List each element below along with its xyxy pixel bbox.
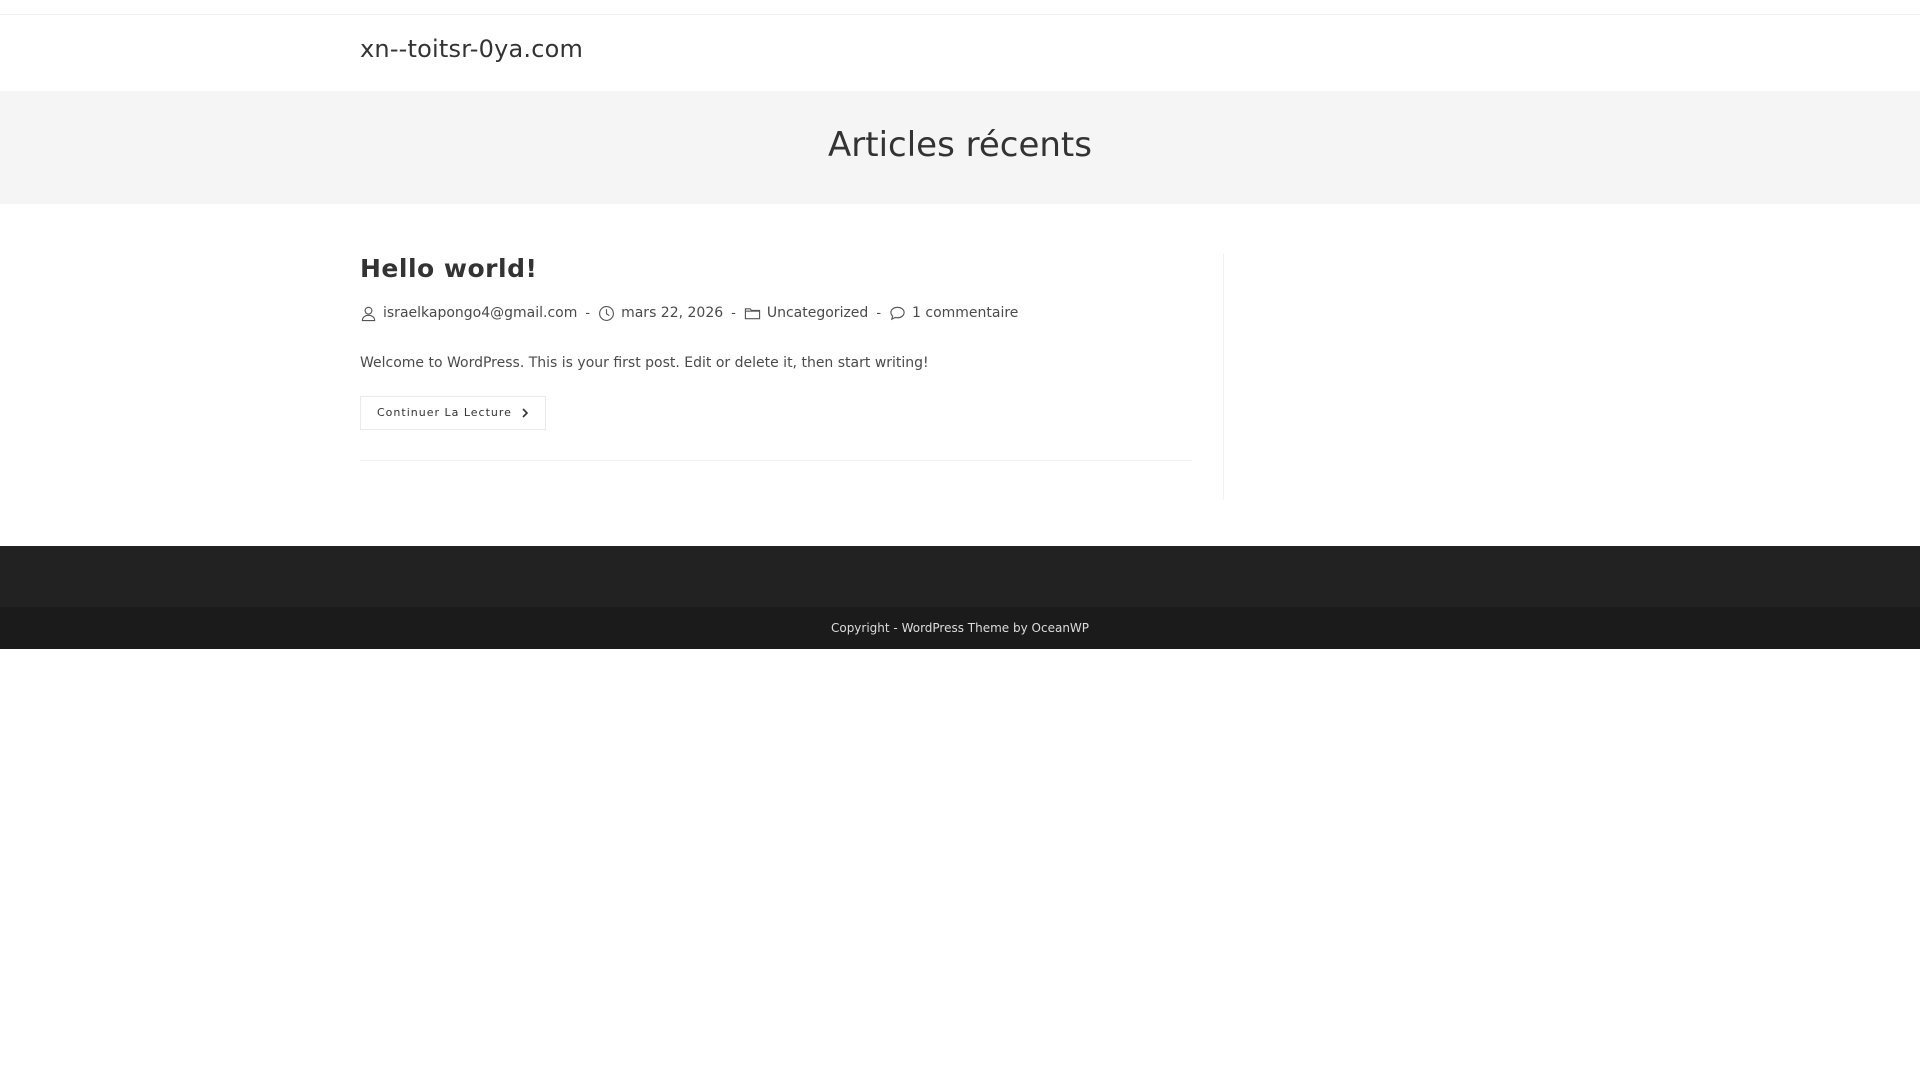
meta-comments: 1 commentaire [889,305,1018,322]
meta-separator: - [585,305,591,321]
blog-entry: Hello world! israelkapongo4@gmail.com - [360,254,1192,461]
post-divider [360,459,1192,461]
read-more-label: Continuer La Lecture [377,406,512,420]
main-content: Hello world! israelkapongo4@gmail.com - [360,254,1192,461]
folder-icon [744,307,761,319]
site-title-link[interactable]: xn--toitsr-0ya.com [360,35,583,63]
meta-category: Uncategorized [744,305,868,322]
meta-separator: - [876,305,882,321]
meta-separator: - [731,305,736,321]
footer-widgets [0,546,1920,607]
user-icon [361,306,376,321]
content-area: Hello world! israelkapongo4@gmail.com - [0,204,1920,546]
meta-date: mars 22, 2026 [598,305,723,322]
comments-link[interactable]: 1 commentaire [912,305,1018,321]
site-header: xn--toitsr-0ya.com [0,15,1920,91]
page-header: Articles récents [0,91,1920,204]
clock-icon [599,305,615,321]
sidebar [1254,254,1560,500]
author-link[interactable]: israelkapongo4@gmail.com [383,305,577,321]
footer-bottom: Copyright - WordPress Theme by OceanWP [0,607,1920,649]
page-title: Articles récents [828,125,1092,165]
chevron-right-icon [522,408,529,418]
post-excerpt: Welcome to WordPress. This is your first… [360,355,929,371]
sidebar-divider [1223,254,1224,500]
comment-icon [890,306,905,320]
site-footer: Copyright - WordPress Theme by OceanWP [0,546,1920,649]
post-meta: israelkapongo4@gmail.com - mars 22, 2026… [360,303,1192,323]
post-title: Hello world! [360,254,1192,284]
top-bar [0,0,1920,15]
read-more-button[interactable]: Continuer La Lecture [360,395,546,430]
copyright-text: Copyright - WordPress Theme by OceanWP [830,621,1090,635]
meta-author: israelkapongo4@gmail.com [360,305,577,322]
post-date: mars 22, 2026 [621,305,724,321]
category-link[interactable]: Uncategorized [767,305,868,321]
post-title-link[interactable]: Hello world! [360,254,537,283]
